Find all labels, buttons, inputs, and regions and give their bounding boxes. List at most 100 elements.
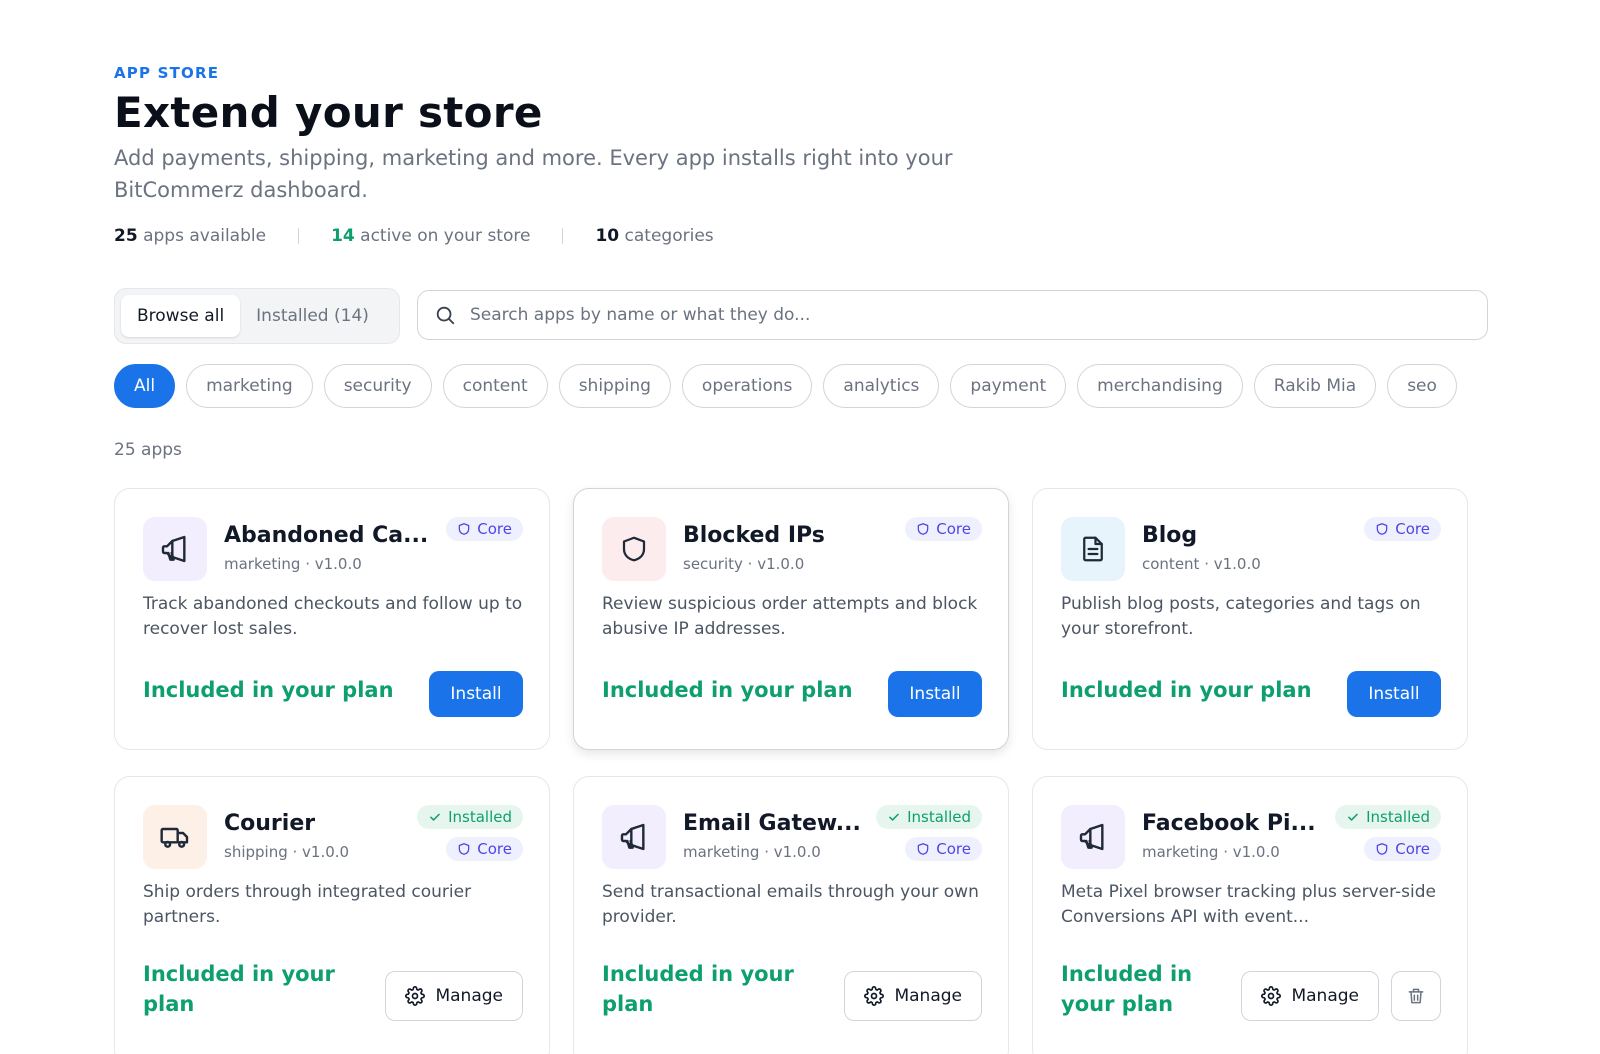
filter-chip-security[interactable]: security [323,364,432,408]
stat-divider [562,228,564,244]
megaphone-icon [620,823,645,851]
manage-button[interactable]: Manage [844,971,982,1021]
app-meta: security · v1.0.0 [683,555,805,573]
app-name[interactable]: Courier [224,811,315,836]
uninstall-button[interactable] [1391,971,1441,1021]
installed-badge: Installed [876,805,982,829]
filter-chip-seo[interactable]: seo [1387,364,1457,408]
plan-status: Included in your plan [143,962,335,1016]
stat-divider [298,228,300,244]
app-description: Send transactional emails through your o… [602,882,979,927]
shield-icon [1376,523,1388,535]
app-meta: shipping · v1.0.0 [224,843,350,861]
app-meta: marketing · v1.0.0 [683,843,821,861]
filter-chip-operations[interactable]: operations [681,364,813,408]
megaphone-icon [1079,823,1104,851]
app-badges: Installed Core [417,805,523,861]
core-badge: Core [905,517,982,541]
page-eyebrow: APP STORE [114,64,220,82]
app-card: Blog content · v1.0.0 Core Publish blog … [1032,488,1468,750]
plan-status: Included in your plan [1061,962,1193,1016]
search-box[interactable] [417,290,1488,340]
stat-categories: 10 categories [595,226,714,246]
check-icon [889,813,899,821]
filter-chip-content[interactable]: content [442,364,548,408]
app-badges: Installed Core [1335,805,1441,861]
app-name[interactable]: Facebook Pi... [1142,811,1316,836]
app-name[interactable]: Blog [1142,523,1197,548]
tab-browse-all[interactable]: Browse all [121,295,241,337]
installed-badge: Installed [417,805,523,829]
app-description: Review suspicious order attempts and blo… [602,594,978,639]
check-icon [1348,813,1358,821]
store-stats: 25 apps available 14 active on your stor… [114,226,714,246]
install-button[interactable]: Install [429,671,523,717]
gear-icon [1261,986,1282,1006]
core-badge: Core [446,837,523,861]
core-badge: Core [905,837,982,861]
app-description: Track abandoned checkouts and follow up … [143,594,523,639]
truck-icon [160,827,189,848]
page-title: Extend your store [114,88,543,137]
shield-icon [1376,843,1388,855]
app-card: Abandoned Ca... marketing · v1.0.0 Core … [114,488,550,750]
app-meta: marketing · v1.0.0 [224,555,362,573]
app-icon [143,805,207,869]
gear-icon [864,986,885,1006]
shield-icon [917,523,929,535]
stat-apps-available: 25 apps available [114,226,267,246]
app-icon [602,517,666,581]
megaphone-icon [161,535,186,563]
view-tabs: Browse all Installed (14) [114,288,400,344]
search-input[interactable] [470,305,1370,325]
search-icon [436,306,455,325]
core-badge: Core [1364,837,1441,861]
app-badges: Core [446,517,523,541]
filter-chip-merchandising[interactable]: merchandising [1077,364,1243,408]
plan-status: Included in your plan [602,678,853,702]
app-name[interactable]: Email Gatew... [683,811,861,836]
plan-status: Included in your plan [143,678,394,702]
trash-icon [1408,988,1424,1004]
installed-badge: Installed [1335,805,1441,829]
check-icon [430,813,440,821]
document-icon [1083,536,1103,562]
filter-chip-payment[interactable]: payment [950,364,1067,408]
shield-icon [622,536,646,562]
install-button[interactable]: Install [1347,671,1441,717]
category-filters: All marketing security content shipping … [114,364,1457,408]
filter-chip-analytics[interactable]: analytics [823,364,940,408]
page-subtitle: Add payments, shipping, marketing and mo… [114,146,953,202]
app-name[interactable]: Abandoned Ca... [224,523,428,548]
filter-chip-all[interactable]: All [114,364,176,408]
app-card: Blocked IPs security · v1.0.0 Core Revie… [573,488,1009,750]
app-description: Ship orders through integrated courier p… [143,882,472,927]
results-count: 25 apps [114,440,182,460]
tab-installed[interactable]: Installed (14) [240,295,385,337]
app-description: Publish blog posts, categories and tags … [1061,594,1421,639]
core-badge: Core [1364,517,1441,541]
gear-icon [405,986,426,1006]
app-meta: marketing · v1.0.0 [1142,843,1280,861]
app-icon [143,517,207,581]
plan-status: Included in your plan [1061,678,1312,702]
app-description: Meta Pixel browser tracking plus server-… [1061,882,1436,927]
shield-icon [458,523,470,535]
core-badge: Core [446,517,523,541]
app-badges: Installed Core [876,805,982,861]
shield-icon [458,843,470,855]
app-badges: Core [905,517,982,541]
app-badges: Core [1364,517,1441,541]
app-name[interactable]: Blocked IPs [683,523,825,548]
filter-chip-rakib-mia[interactable]: Rakib Mia [1253,364,1377,408]
manage-button[interactable]: Manage [1241,971,1379,1021]
manage-button[interactable]: Manage [385,971,523,1021]
filter-chip-marketing[interactable]: marketing [186,364,313,408]
app-icon [1061,517,1125,581]
shield-icon [917,843,929,855]
install-button[interactable]: Install [888,671,982,717]
plan-status: Included in your plan [602,962,794,1016]
app-card: Facebook Pi... marketing · v1.0.0 Instal… [1032,776,1468,1054]
filter-chip-shipping[interactable]: shipping [558,364,671,408]
app-card: Email Gatew... marketing · v1.0.0 Instal… [573,776,1009,1054]
